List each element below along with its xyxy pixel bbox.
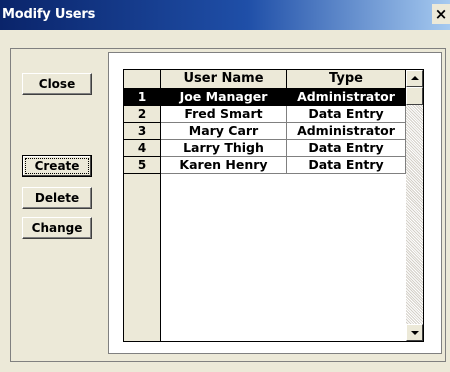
column-header-user-name[interactable]: User Name <box>161 70 287 89</box>
cell-user-name[interactable]: Joe Manager <box>161 89 287 106</box>
cell-type[interactable]: Data Entry <box>287 140 406 157</box>
row-number[interactable]: 2 <box>124 106 161 123</box>
cell-user-name[interactable]: Karen Henry <box>161 157 287 174</box>
column-header-type[interactable]: Type <box>287 70 406 89</box>
row-number[interactable]: 5 <box>124 157 161 174</box>
arrow-down-icon[interactable] <box>406 324 423 341</box>
delete-button[interactable]: Delete <box>22 187 92 209</box>
table-row[interactable]: 1 Joe Manager Administrator <box>124 89 406 106</box>
table-row[interactable]: 3 Mary Carr Administrator <box>124 123 406 140</box>
users-grid[interactable]: User Name Type 1 Joe Manager Administrator… <box>123 69 424 342</box>
table-row[interactable]: 4 Larry Thigh Data Entry <box>124 140 406 157</box>
cell-type[interactable]: Administrator <box>287 89 406 106</box>
corner-header <box>124 70 161 89</box>
row-number[interactable]: 3 <box>124 123 161 140</box>
modify-users-window: Modify Users × Close Create Delete Chang… <box>0 0 450 372</box>
scroll-thumb[interactable] <box>406 87 423 105</box>
cell-type[interactable]: Data Entry <box>287 106 406 123</box>
vertical-scrollbar[interactable] <box>406 70 423 341</box>
row-number[interactable]: 1 <box>124 89 161 106</box>
cell-type[interactable]: Administrator <box>287 123 406 140</box>
arrow-up-icon[interactable] <box>406 70 423 87</box>
row-number[interactable]: 4 <box>124 140 161 157</box>
cell-user-name[interactable]: Larry Thigh <box>161 140 287 157</box>
change-button[interactable]: Change <box>22 217 92 239</box>
close-button[interactable]: Close <box>22 73 92 95</box>
table-row[interactable]: 2 Fred Smart Data Entry <box>124 106 406 123</box>
cell-user-name[interactable]: Mary Carr <box>161 123 287 140</box>
close-window-icon[interactable]: × <box>432 4 450 24</box>
table-row[interactable]: 5 Karen Henry Data Entry <box>124 157 406 174</box>
cell-user-name[interactable]: Fred Smart <box>161 106 287 123</box>
title-bar[interactable]: Modify Users × <box>0 0 450 30</box>
window-title: Modify Users <box>2 7 96 22</box>
cell-type[interactable]: Data Entry <box>287 157 406 174</box>
create-button[interactable]: Create <box>22 155 92 177</box>
